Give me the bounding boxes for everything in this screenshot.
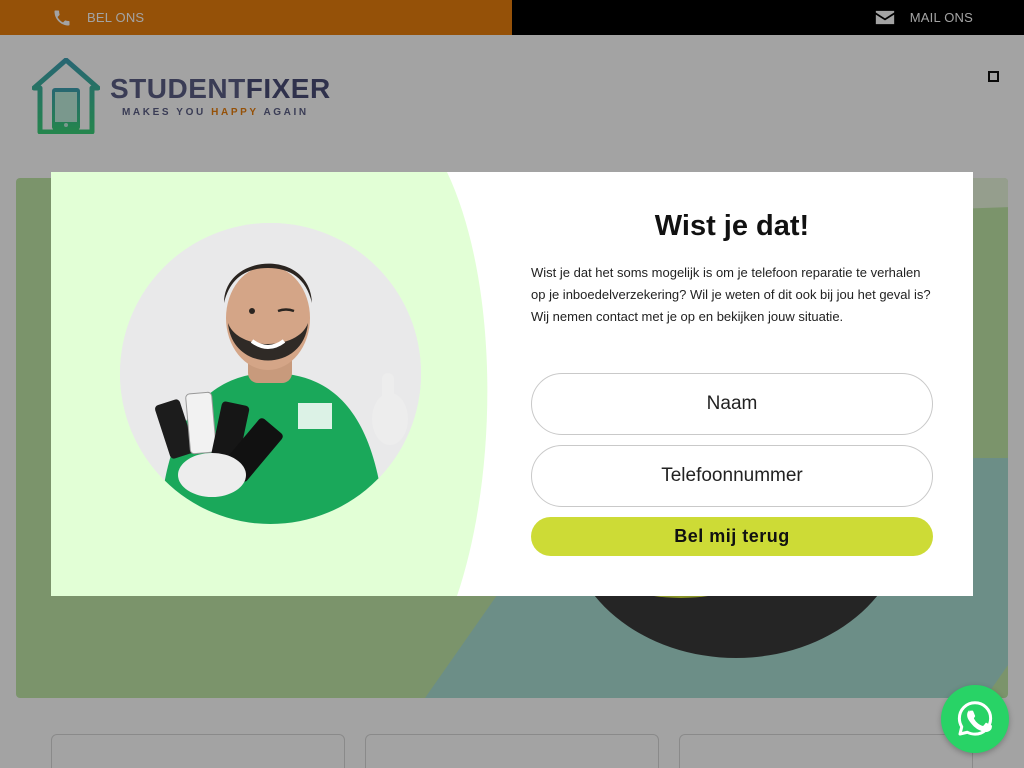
name-input[interactable]: [531, 373, 933, 435]
modal-form-panel: Wist je dat! Wist je dat het soms mogeli…: [531, 172, 933, 596]
whatsapp-button[interactable]: [941, 685, 1009, 753]
portrait-photo: [120, 223, 421, 524]
modal-image-panel: [51, 172, 491, 596]
modal-description: Wist je dat het soms mogelijk is om je t…: [531, 265, 931, 324]
portrait-illustration: [120, 223, 421, 524]
whatsapp-icon: [957, 701, 993, 736]
call-me-back-button[interactable]: Bel mij terug: [531, 517, 933, 556]
modal-title: Wist je dat!: [654, 210, 810, 242]
phone-input[interactable]: [531, 445, 933, 507]
callback-modal: Wist je dat! Wist je dat het soms mogeli…: [51, 172, 973, 596]
